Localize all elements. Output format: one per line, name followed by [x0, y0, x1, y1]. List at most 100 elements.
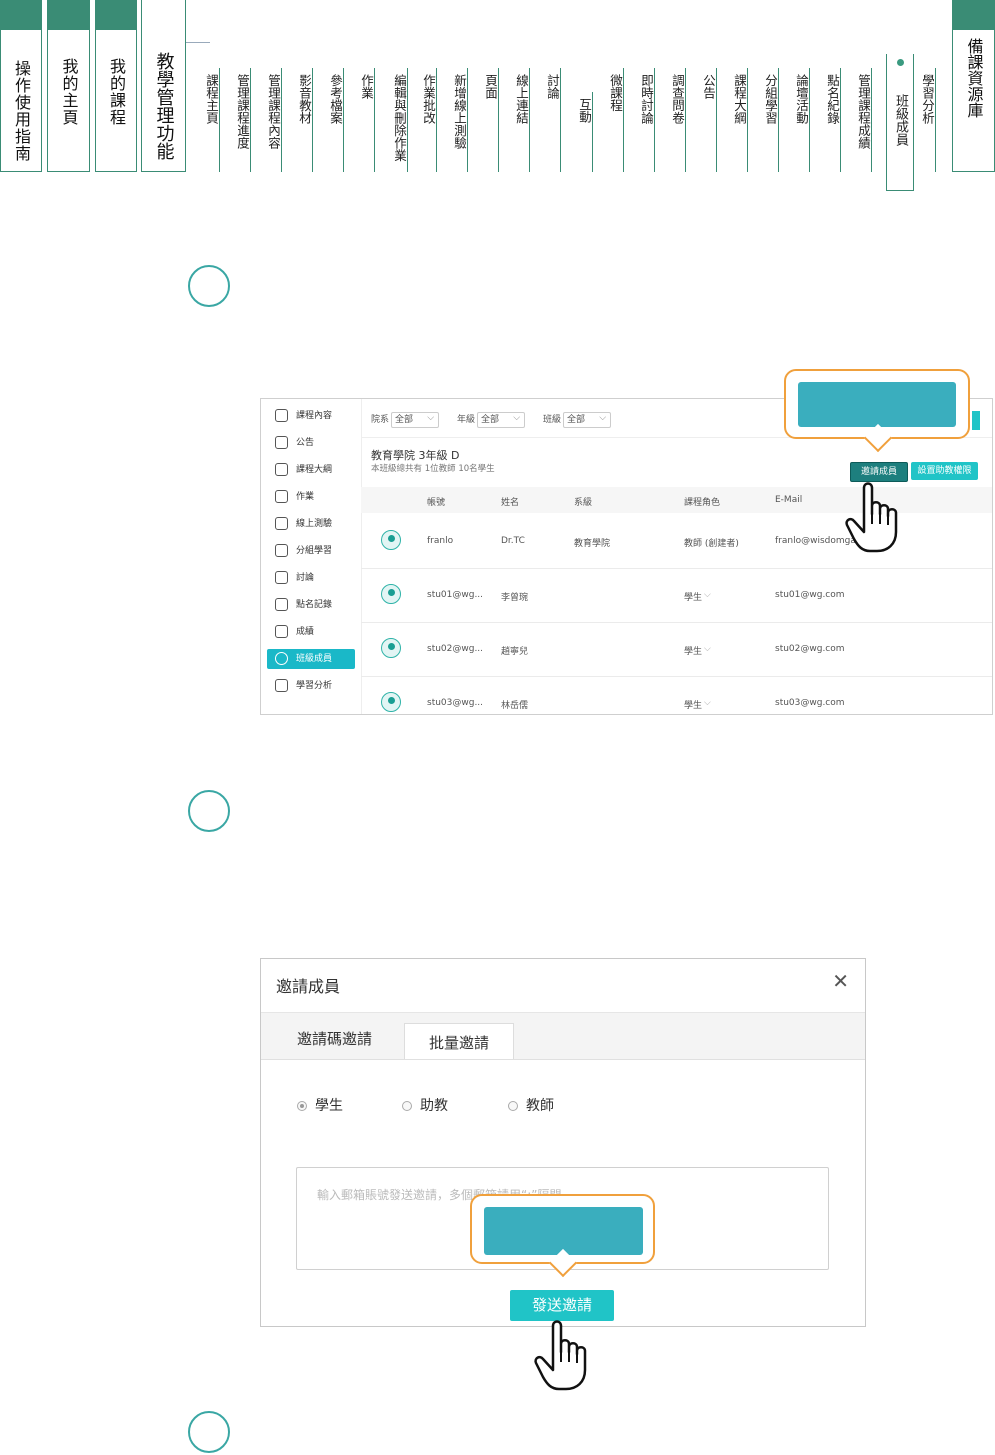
sub-tab-item[interactable]: 微課程 — [608, 68, 624, 172]
sub-tab-item[interactable]: 課程大綱 — [732, 68, 748, 172]
tab-cap — [952, 0, 995, 30]
table-cell-email: stu01@wg.com — [775, 590, 845, 600]
sub-tab-label: 微課程 — [608, 74, 623, 112]
sidebar-item[interactable]: 公告 — [267, 433, 355, 453]
sub-tab-item[interactable]: 編輯與刪除作業 — [392, 68, 408, 172]
sub-tab-item[interactable]: 頁面 — [483, 68, 499, 172]
table-row[interactable]: stu03@wg... 林岳儒 學生 ⌵ stu03@wg.com — [361, 676, 992, 714]
role-radio-ta[interactable]: 助教 — [402, 1095, 448, 1115]
table-cell-role[interactable]: 學生 — [684, 698, 702, 711]
avatar-icon — [381, 692, 401, 712]
table-row[interactable]: stu02@wg... 趙寧兒 學生 ⌵ stu02@wg.com — [361, 622, 992, 677]
sidebar-item-label: 學習分析 — [296, 681, 333, 691]
sub-tab-label: 討論 — [545, 74, 560, 99]
filter-select[interactable]: 全部 — [477, 411, 526, 428]
tab-label: 我的主頁 — [59, 58, 79, 126]
sub-tab-item[interactable]: 新增線上測驗 — [452, 68, 468, 172]
sub-tab-label: 作業批改 — [421, 74, 436, 124]
tab-user-guide[interactable]: 操作使用指南 — [0, 0, 42, 172]
chevron-down-icon[interactable]: ⌵ — [704, 698, 711, 708]
column-header: 系級 — [574, 498, 593, 508]
sub-tab-item[interactable]: 管理課程成績 — [856, 68, 872, 172]
tab-resource-library[interactable]: 備課資源庫 — [952, 0, 995, 172]
set-ta-permission-button[interactable]: 設置助教權限 — [911, 462, 978, 480]
quiz-icon — [275, 517, 288, 530]
chevron-down-icon[interactable]: ⌵ — [704, 644, 711, 654]
step-circle-2 — [188, 790, 230, 832]
table-row[interactable]: stu01@wg... 李曾琬 學生 ⌵ stu01@wg.com — [361, 568, 992, 623]
role-radio-student[interactable]: 學生 — [297, 1095, 343, 1115]
sub-tab-item[interactable]: 作業批改 — [421, 68, 437, 172]
sidebar-item[interactable]: 作業 — [267, 487, 355, 507]
filter-dept[interactable]: 院系 全部 — [371, 411, 440, 429]
sub-tab-item[interactable]: 課程主頁 — [204, 68, 220, 172]
sidebar-item[interactable]: 課程大綱 — [267, 460, 355, 480]
filter-select[interactable]: 全部 — [563, 411, 612, 428]
sidebar-item[interactable]: 分組學習 — [267, 541, 355, 561]
sidebar-item[interactable]: 班級成員 — [267, 649, 355, 669]
tab-teaching-management[interactable]: 教學管理功能 — [141, 0, 186, 172]
radio-dot[interactable] — [508, 1101, 518, 1111]
sidebar-item[interactable]: 學習分析 — [267, 676, 355, 696]
sub-tab-item[interactable]: 線上連結 — [514, 68, 530, 172]
trophy-icon — [275, 625, 288, 638]
table-cell-account: stu01@wg... — [427, 590, 484, 600]
tab-bulk-invite[interactable]: 批量邀請 — [404, 1023, 515, 1059]
sidebar-item-label: 討論 — [296, 573, 315, 583]
sub-tab-item[interactable]: 班級成員 — [886, 54, 914, 191]
sub-tab-item[interactable]: 點名紀錄 — [825, 68, 841, 172]
table-cell-name: 李曾琬 — [501, 593, 529, 603]
sub-tab-item[interactable]: 管理課程進度 — [235, 68, 251, 172]
sub-tab-item[interactable]: 調查問卷 — [670, 68, 686, 172]
sidebar-item[interactable]: 成績 — [267, 622, 355, 642]
sidebar-item-label: 班級成員 — [296, 654, 333, 664]
radio-label: 學生 — [315, 1098, 343, 1114]
sub-tab-item[interactable]: 即時討論 — [639, 68, 655, 172]
group-icon — [275, 544, 288, 557]
radio-dot[interactable] — [402, 1101, 412, 1111]
tab-invite-code[interactable]: 邀請碼邀請 — [297, 1028, 372, 1049]
sub-tab-item[interactable]: 論壇活動 — [794, 68, 810, 172]
sub-tab-item[interactable]: 作業 — [359, 68, 375, 172]
sub-tab-label: 學習分析 — [920, 74, 935, 124]
sub-tab-item[interactable]: 討論 — [545, 68, 561, 172]
table-cell-role[interactable]: 學生 — [684, 644, 702, 657]
sub-tab-item[interactable]: 管理課程內容 — [266, 68, 282, 172]
close-icon[interactable]: ✕ — [832, 969, 849, 993]
tab-cap — [0, 0, 42, 30]
sub-tab-label: 互動 — [577, 98, 592, 123]
sub-tab-label: 班級成員 — [893, 94, 908, 146]
sidebar-item-label: 成績 — [296, 627, 315, 637]
filter-class[interactable]: 班級 全部 — [543, 411, 612, 429]
filter-select[interactable]: 全部 — [391, 411, 440, 428]
sub-tab-label: 頁面 — [483, 74, 498, 99]
tab-label: 教學管理功能 — [153, 52, 175, 160]
sidebar-item[interactable]: 線上測驗 — [267, 514, 355, 534]
sub-tab-label: 管理課程進度 — [235, 74, 250, 149]
table-cell-role[interactable]: 學生 — [684, 590, 702, 603]
sub-tab-item[interactable]: 參考檔案 — [328, 68, 344, 172]
sub-tab-label: 參考檔案 — [328, 74, 343, 124]
invite-members-button[interactable]: 邀請成員 — [850, 462, 908, 482]
tab-my-courses[interactable]: 我的課程 — [95, 0, 137, 172]
sub-tab-item[interactable]: 學習分析 — [920, 68, 936, 172]
radio-dot[interactable] — [297, 1101, 307, 1111]
sub-tab-item[interactable]: 互動 — [577, 92, 593, 172]
tab-my-home[interactable]: 我的主頁 — [47, 0, 90, 172]
sub-tab-item[interactable]: 公告 — [701, 68, 717, 172]
sub-tab-label: 點名紀錄 — [825, 74, 840, 124]
sub-tab-item[interactable]: 影音教材 — [297, 68, 313, 172]
table-cell-role: 教師 (創建者) — [684, 539, 739, 549]
sidebar-item[interactable]: 點名記錄 — [267, 595, 355, 615]
filter-grade[interactable]: 年級 全部 — [457, 411, 526, 429]
table-cell-email: stu03@wg.com — [775, 698, 845, 708]
send-invite-button[interactable]: 發送邀請 — [510, 1290, 614, 1321]
sidebar-item-label: 課程內容 — [296, 411, 333, 421]
sub-tab-label: 線上連結 — [514, 74, 529, 124]
sidebar-item[interactable]: 課程內容 — [267, 406, 355, 426]
sidebar-item[interactable]: 討論 — [267, 568, 355, 588]
chevron-down-icon[interactable]: ⌵ — [704, 590, 711, 600]
tab-label: 操作使用指南 — [12, 60, 31, 162]
role-radio-teacher[interactable]: 教師 — [508, 1095, 554, 1115]
sub-tab-item[interactable]: 分組學習 — [763, 68, 779, 172]
